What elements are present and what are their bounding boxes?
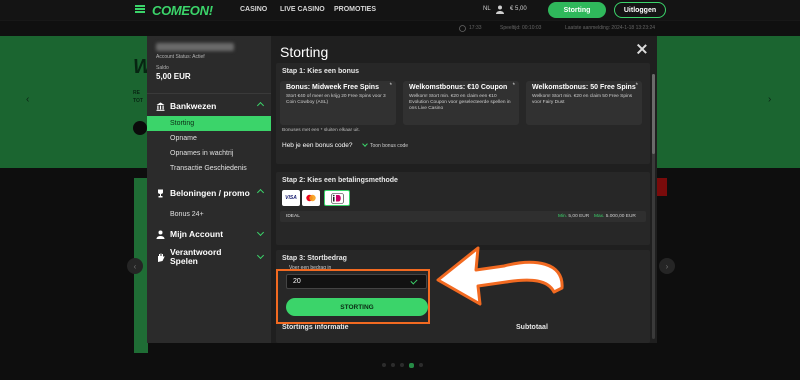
nav-link-promoties[interactable]: PROMOTIES [334, 6, 376, 13]
sidebar-item-bonus-24[interactable]: Bonus 24+ [147, 207, 271, 222]
sidebar-section-label: Beloningen / promo [170, 187, 250, 198]
bonus-title: Welkomstbonus: 50 Free Spins [532, 84, 636, 91]
exclusive-star-icon: * [635, 83, 638, 89]
visa-logo: VISA [285, 195, 297, 201]
sidebar-section-label: Verantwoord Spelen [170, 247, 222, 266]
sidebar-item-opnames-wachtrij[interactable]: Opnames in wachtrij [147, 146, 271, 161]
step-bonus: Stap 1: Kies een bonus Bonus: Midweek Fr… [276, 63, 650, 164]
subtotal-label: Subtotaal [516, 324, 548, 331]
modal-title: Storting [280, 44, 329, 60]
bonus-option-coupon[interactable]: Welkomstbonus: €10 Coupon Welkom! Stort … [403, 81, 519, 125]
bonus-desc: Welkom! Stort min. €20 en claim een €10 … [409, 94, 511, 111]
user-icon[interactable] [496, 5, 504, 14]
scrollbar-thumb[interactable] [652, 74, 655, 154]
account-status: Account Status: Actief [156, 54, 205, 60]
bonus-option-midweek[interactable]: Bonus: Midweek Free Spins Stort €40 of m… [280, 81, 396, 125]
chevron-down-icon [256, 228, 265, 237]
username-blurred [156, 43, 234, 51]
min-label: Min. [558, 214, 568, 219]
step3-title: Stap 3: Stortbedrag [282, 255, 347, 262]
payment-visa[interactable]: VISA [282, 190, 300, 206]
deposit-button-top[interactable]: Storting [548, 2, 606, 18]
hand-icon [158, 253, 165, 262]
logo[interactable]: COMEON! [152, 3, 213, 18]
bonus-desc: Stort €40 of meer en krijg 20 Free Spins… [286, 94, 386, 105]
show-bonus-code-link[interactable]: Toon bonus code [370, 143, 408, 149]
ideal-logo [330, 192, 344, 204]
chevron-down-icon[interactable] [362, 141, 368, 147]
min-limit: Min. 5,00 EUR [558, 214, 589, 219]
payment-mastercard[interactable] [302, 190, 320, 206]
selected-method-label: IDEAL [286, 214, 300, 219]
bonus-desc: Welkom! Stort min. €20 en claim 50 Free … [532, 94, 633, 105]
close-icon[interactable] [636, 43, 648, 55]
saldo-value: 5,00 EUR [156, 72, 191, 81]
max-label: Max. [594, 214, 605, 219]
nav-link-live-casino[interactable]: LIVE CASINO [280, 6, 325, 13]
mastercard-logo [306, 194, 316, 202]
saldo-label: Saldo [156, 65, 169, 71]
language-selector[interactable]: NL [483, 6, 491, 12]
step-payment: Stap 2: Kies een betalingsmethode VISA I… [276, 172, 650, 245]
sidebar-section-bankwezen[interactable]: Bankwezen [147, 96, 271, 116]
payment-ideal-selected[interactable] [324, 190, 350, 206]
exclusive-star-icon: * [389, 83, 392, 89]
menu-icon[interactable] [135, 5, 145, 13]
nav-link-casino[interactable]: CASINO [240, 6, 267, 13]
annotation-highlight-box [276, 269, 430, 324]
exclusive-star-icon: * [512, 83, 515, 89]
bank-icon [156, 102, 165, 111]
top-navbar: COMEON! CASINO LIVE CASINO PROMOTIES NL … [0, 0, 800, 20]
step1-title: Stap 1: Kies een bonus [282, 68, 360, 75]
bonus-option-free-spins[interactable]: Welkomstbonus: 50 Free Spins Welkom! Sto… [526, 81, 642, 125]
sidebar-item-storting[interactable]: Storting [147, 116, 271, 131]
logout-button[interactable]: Uitloggen [614, 2, 666, 18]
trophy-icon [158, 189, 163, 197]
max-limit: Max. 5.000,00 EUR [594, 214, 636, 219]
sidebar-item-opname[interactable]: Opname [147, 131, 271, 146]
profile-summary: Account Status: Actief Saldo 5,00 EUR [147, 36, 271, 94]
sidebar-section-beloningen[interactable]: Beloningen / promo [147, 182, 271, 204]
max-value: 5.000,00 EUR [605, 214, 636, 219]
payment-method-limits: IDEAL Min. 5,00 EUR Max. 5.000,00 EUR [280, 211, 646, 222]
chevron-up-icon [256, 101, 265, 110]
sidebar-item-transactie-geschiedenis[interactable]: Transactie Geschiedenis [147, 161, 271, 176]
sidebar-section-label: Bankwezen [170, 101, 217, 111]
sidebar-section-label: Mijn Account [170, 229, 224, 239]
sidebar-section-mijn-account[interactable]: Mijn Account [147, 225, 271, 243]
bonus-title: Bonus: Midweek Free Spins [286, 84, 379, 91]
step2-title: Stap 2: Kies een betalingsmethode [282, 177, 398, 184]
deposit-info-label: Stortings informatie [282, 324, 349, 331]
bonus-title: Welkomstbonus: €10 Coupon [409, 84, 508, 91]
chevron-down-icon [256, 251, 265, 260]
account-sidebar: Account Status: Actief Saldo 5,00 EUR Ba… [147, 36, 271, 343]
annotation-arrow-icon [436, 246, 564, 306]
sidebar-section-verantwoord-spelen[interactable]: Verantwoord Spelen [147, 245, 271, 269]
bonus-code-question: Heb je een bonus code? [282, 142, 353, 149]
min-value: 5,00 EUR [568, 214, 590, 219]
user-icon [156, 230, 165, 239]
balance-display: € 5,00 [510, 6, 527, 12]
chevron-up-icon [256, 188, 265, 197]
bonus-note: Bonuses met een * sluiten elkaar uit. [282, 128, 360, 133]
